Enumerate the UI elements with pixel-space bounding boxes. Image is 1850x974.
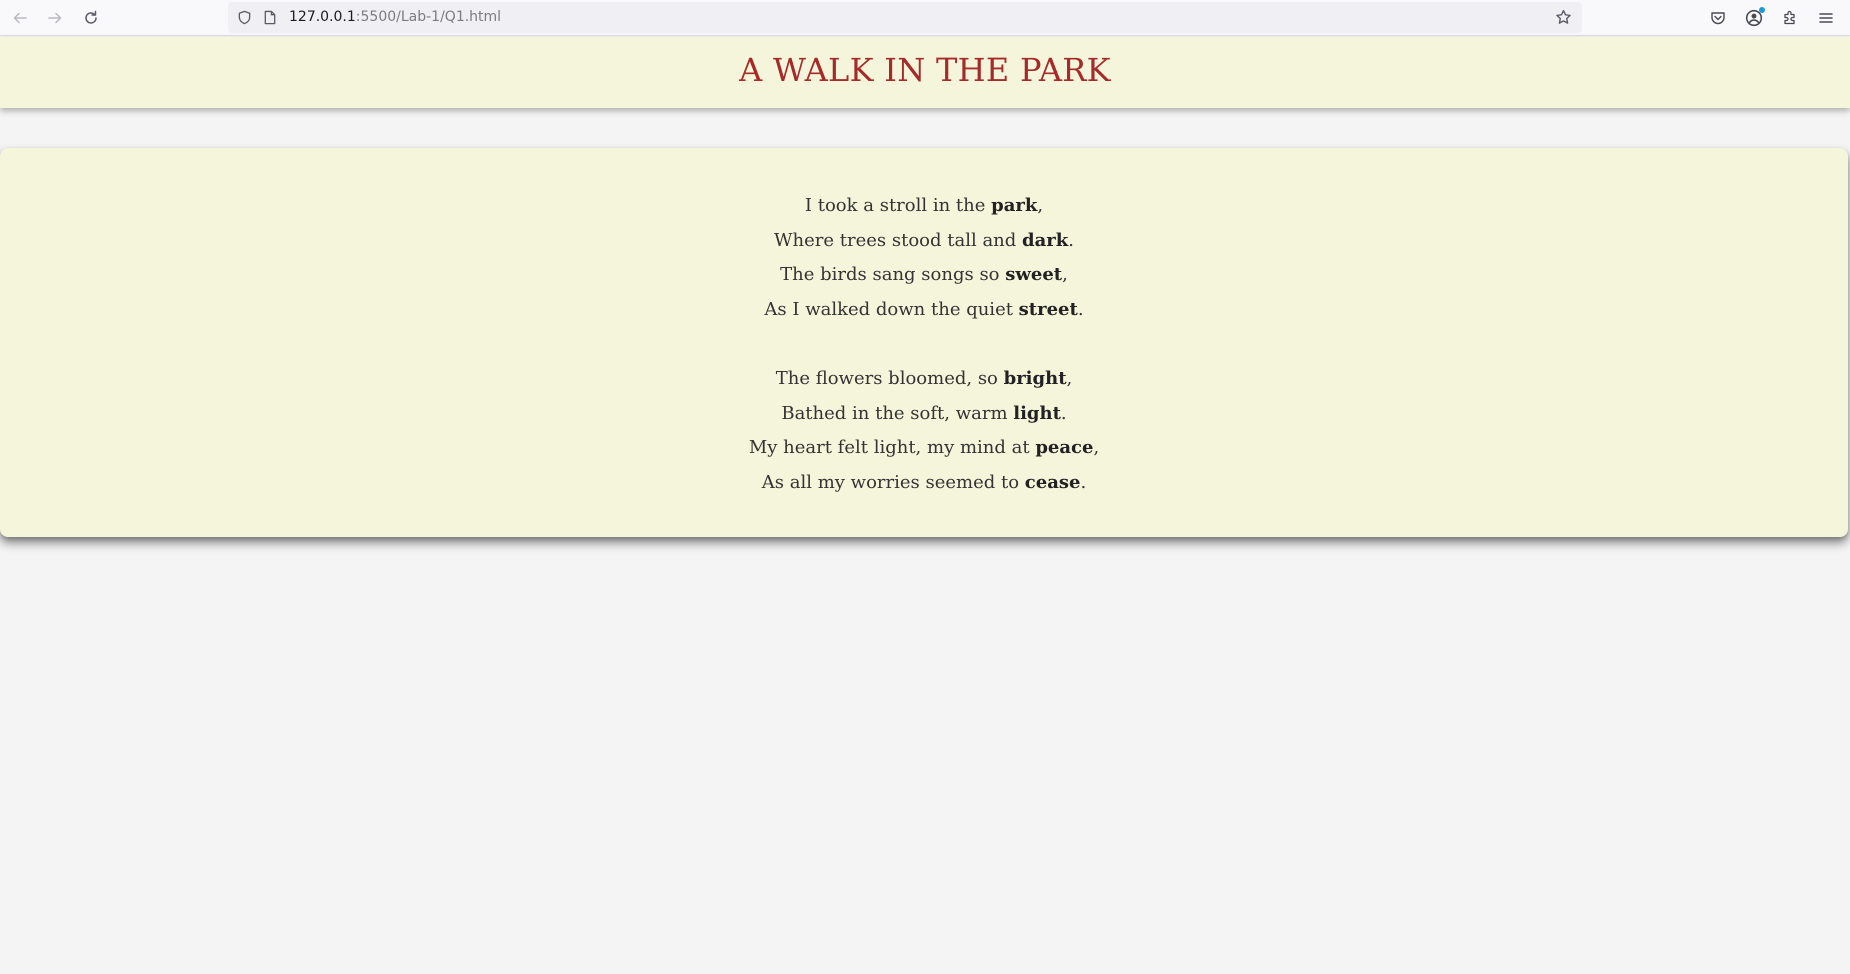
browser-toolbar: 127.0.0.1:5500/Lab-1/Q1.html bbox=[0, 0, 1850, 36]
line-text: The flowers bloomed, so bbox=[775, 367, 1004, 389]
poem-line: The flowers bloomed, so bright, bbox=[0, 362, 1848, 397]
line-text: Bathed in the soft, warm bbox=[781, 402, 1014, 424]
rhyme-word: sweet bbox=[1005, 264, 1063, 286]
back-button[interactable] bbox=[7, 5, 33, 31]
pocket-button[interactable] bbox=[1706, 6, 1730, 30]
poem-line: My heart felt light, my mind at peace, bbox=[0, 431, 1848, 466]
hamburger-menu-icon bbox=[1819, 13, 1833, 23]
page-icon[interactable] bbox=[261, 8, 279, 26]
arrow-left-icon bbox=[13, 12, 27, 24]
rhyme-word: dark bbox=[1022, 229, 1069, 251]
poem-line: The birds sang songs so sweet, bbox=[0, 258, 1848, 293]
page-header: A WALK IN THE PARK bbox=[0, 37, 1850, 108]
line-punctuation: . bbox=[1080, 471, 1087, 493]
rhyme-word: cease bbox=[1024, 471, 1081, 493]
line-punctuation: , bbox=[1066, 367, 1073, 389]
line-punctuation: , bbox=[1037, 195, 1044, 216]
line-punctuation: , bbox=[1093, 437, 1100, 459]
address-bar[interactable]: 127.0.0.1:5500/Lab-1/Q1.html bbox=[228, 2, 1582, 33]
rhyme-word: park bbox=[991, 195, 1038, 216]
page-title: A WALK IN THE PARK bbox=[739, 51, 1111, 89]
menu-button[interactable] bbox=[1814, 6, 1838, 30]
poem-line: As all my worries seemed to cease. bbox=[0, 466, 1848, 501]
extensions-button[interactable] bbox=[1778, 6, 1802, 30]
line-punctuation: . bbox=[1068, 229, 1074, 251]
pocket-icon bbox=[1711, 12, 1725, 25]
reload-icon bbox=[85, 10, 97, 24]
line-text: The birds sang songs so bbox=[780, 264, 1006, 286]
line-text: Where trees stood tall and bbox=[774, 229, 1023, 251]
url-text[interactable]: 127.0.0.1:5500/Lab-1/Q1.html bbox=[289, 9, 501, 25]
forward-button[interactable] bbox=[42, 5, 68, 31]
line-text: As I walked down the quiet bbox=[764, 299, 1019, 321]
line-text: I took a stroll in the bbox=[804, 195, 992, 216]
shield-icon[interactable] bbox=[235, 8, 253, 26]
poem-line: Bathed in the soft, warm light. bbox=[0, 397, 1848, 432]
line-punctuation: . bbox=[1077, 299, 1084, 321]
poem-line: I took a stroll in the park, bbox=[0, 189, 1848, 224]
line-punctuation: . bbox=[1060, 402, 1067, 424]
reload-button[interactable] bbox=[78, 5, 104, 31]
notification-dot bbox=[1759, 7, 1765, 13]
page-viewport: A WALK IN THE PARK I took a stroll in th… bbox=[0, 37, 1850, 974]
stanza-1: I took a stroll in the park, Where trees… bbox=[0, 189, 1848, 328]
account-button[interactable] bbox=[1742, 6, 1766, 30]
rhyme-word: light bbox=[1013, 402, 1061, 424]
line-punctuation: , bbox=[1062, 264, 1068, 286]
url-path: :5500/Lab-1/Q1.html bbox=[355, 9, 502, 25]
poem-container: I took a stroll in the park, Where trees… bbox=[0, 148, 1848, 537]
line-text: My heart felt light, my mind at bbox=[748, 437, 1036, 459]
arrow-right-icon bbox=[48, 12, 62, 24]
puzzle-icon bbox=[1784, 10, 1795, 25]
stanza-2: The flowers bloomed, so bright, Bathed i… bbox=[0, 362, 1848, 501]
line-text: As all my worries seemed to bbox=[761, 471, 1025, 493]
url-host: 127.0.0.1 bbox=[289, 9, 356, 25]
rhyme-word: bright bbox=[1003, 367, 1067, 389]
rhyme-word: street bbox=[1018, 299, 1078, 321]
star-icon[interactable] bbox=[1554, 8, 1572, 26]
rhyme-word: peace bbox=[1035, 437, 1094, 459]
poem-line: Where trees stood tall and dark. bbox=[0, 224, 1848, 259]
poem-line: As I walked down the quiet street. bbox=[0, 293, 1848, 328]
